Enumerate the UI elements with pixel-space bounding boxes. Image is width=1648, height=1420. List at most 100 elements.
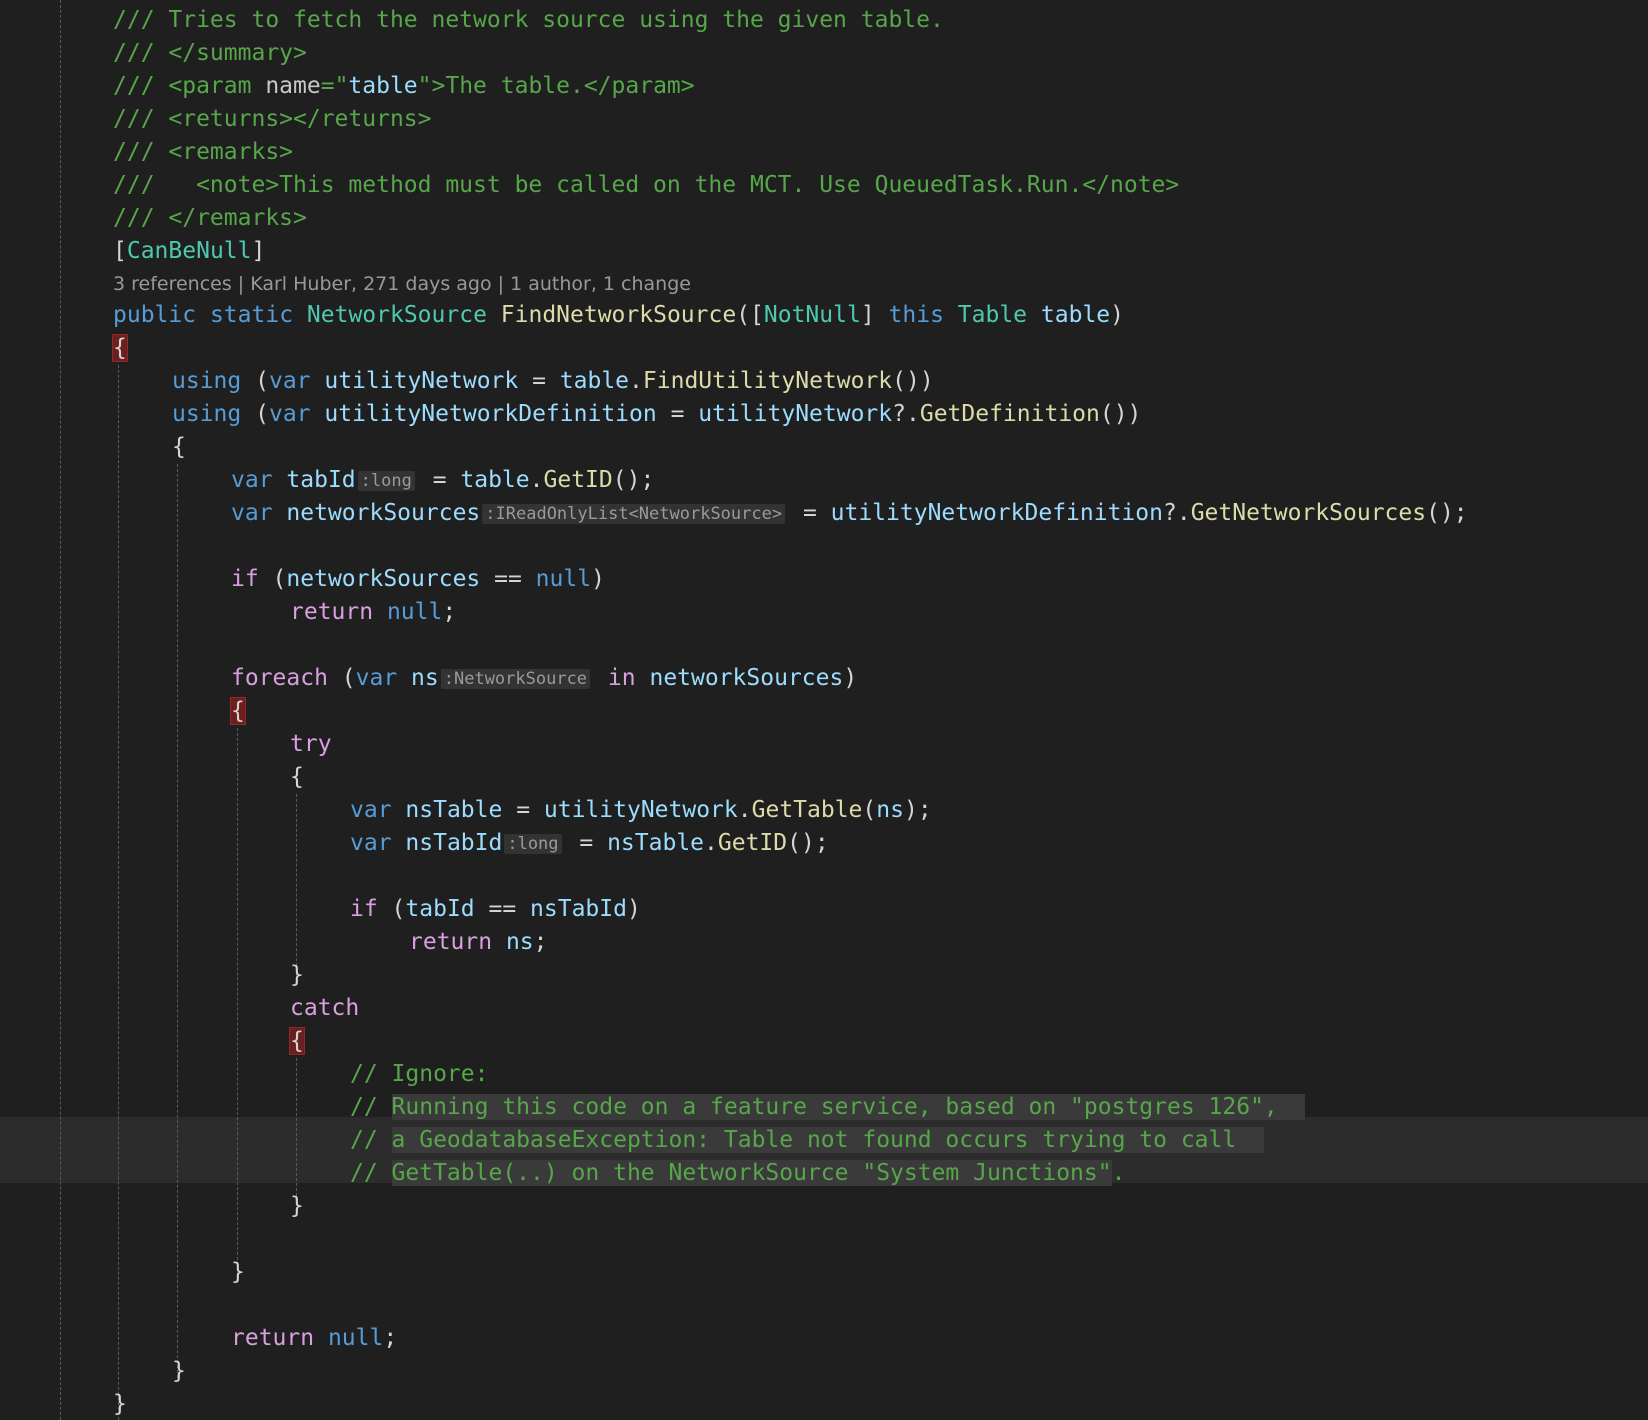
code-line: // a GeodatabaseException: Table not fou…	[350, 1124, 1264, 1157]
code-line: {	[172, 431, 186, 464]
keyword: if	[231, 566, 259, 592]
punctuation: )	[591, 566, 605, 592]
keyword: null	[386, 599, 443, 625]
identifier: utilityNetworkDefinition	[830, 500, 1163, 526]
keyword: var	[350, 797, 392, 823]
identifier: utilityNetwork	[324, 368, 519, 394]
selected-comment-text[interactable]: Running this code on a feature service, …	[391, 1094, 1278, 1120]
identifier: networkSources	[649, 665, 844, 691]
keyword: public	[113, 302, 197, 328]
punctuation: (	[377, 896, 406, 922]
codelens[interactable]: 3 references | Karl Huber, 271 days ago …	[113, 268, 691, 301]
code-line: // Ignore:	[350, 1058, 488, 1091]
code-line: if (tabId == nsTabId)	[350, 893, 641, 926]
code-line: /// <returns></returns>	[113, 103, 432, 136]
identifier: utilityNetwork	[698, 401, 893, 427]
identifier: table	[559, 368, 630, 394]
punctuation: (	[255, 368, 269, 394]
keyword: if	[350, 896, 378, 922]
punctuation: )	[843, 665, 858, 691]
code-line: foreach (var ns:NetworkSource in network…	[231, 662, 857, 695]
selected-comment-text[interactable]: GetTable(..) on the NetworkSource "Syste…	[391, 1160, 1112, 1186]
comment: // Ignore:	[350, 1061, 489, 1087]
code-line: if (networkSources == null)	[231, 563, 605, 596]
method-name: GetID	[717, 830, 788, 856]
indent-guide	[118, 365, 119, 1420]
code-line: using (var utilityNetwork = table.FindUt…	[172, 365, 934, 398]
matched-brace: {	[112, 334, 128, 362]
inlay-type-hint[interactable]: :long	[504, 834, 562, 854]
keyword: var	[231, 500, 273, 526]
code-editor[interactable]: /// Tries to fetch the network source us…	[0, 0, 1648, 1420]
inlay-type-hint[interactable]: :NetworkSource	[440, 669, 591, 689]
punctuation: (	[327, 665, 356, 691]
identifier: ns	[411, 665, 439, 691]
punctuation: .	[529, 467, 544, 493]
code-line: {	[290, 761, 304, 794]
identifier: ns	[505, 929, 534, 955]
method-name: FindNetworkSource	[500, 302, 737, 328]
code-line: // Running this code on a feature servic…	[350, 1091, 1306, 1124]
punctuation: ;	[533, 929, 548, 955]
identifier: utilityNetworkDefinition	[324, 401, 657, 427]
keyword: try	[290, 731, 332, 757]
brace: {	[172, 434, 186, 460]
parameter: table	[1040, 302, 1111, 328]
punctuation: (	[862, 797, 877, 823]
keyword: using	[172, 368, 242, 394]
comment: //	[350, 1127, 392, 1153]
operator: =	[789, 500, 831, 526]
punctuation: .	[704, 830, 718, 856]
code-line: /// </remarks>	[113, 202, 307, 235]
code-line: {	[289, 1025, 305, 1058]
code-line: var networkSources:IReadOnlyList<Network…	[231, 497, 1468, 530]
keyword: var	[355, 665, 398, 691]
code-line: }	[290, 959, 304, 992]
attribute-name: NotNull	[763, 302, 861, 328]
punctuation: ())	[892, 368, 934, 394]
identifier: nsTable	[607, 830, 705, 856]
code-line: var nsTabId:long = nsTable.GetID();	[350, 827, 829, 860]
code-line: return null;	[290, 596, 456, 629]
doc-comment: /// </remarks>	[113, 205, 307, 231]
punctuation: );	[903, 797, 932, 823]
code-line: var nsTable = utilityNetwork.GetTable(ns…	[350, 794, 932, 827]
doc-comment: /// <note>This method must be called on …	[113, 172, 1180, 198]
selected-comment-text[interactable]: a GeodatabaseException: Table not found …	[391, 1127, 1237, 1153]
inlay-type-hint[interactable]: :IReadOnlyList<NetworkSource>	[482, 504, 786, 524]
brace: }	[113, 1391, 127, 1417]
code-line: /// Tries to fetch the network source us…	[113, 4, 944, 37]
comment: //	[350, 1094, 392, 1120]
method-name: GetNetworkSources	[1190, 500, 1427, 526]
keyword: using	[172, 401, 242, 427]
keyword: null	[535, 566, 592, 592]
doc-comment: /// <param	[113, 73, 266, 99]
punctuation: ]	[860, 302, 875, 328]
operator: =	[502, 797, 544, 823]
identifier: tabId	[405, 896, 475, 922]
operator: =	[565, 830, 608, 856]
keyword: return	[409, 929, 493, 955]
code-line: try	[290, 728, 332, 761]
code-line: /// </summary>	[113, 37, 307, 70]
keyword: var	[268, 368, 311, 394]
punctuation: .	[629, 368, 643, 394]
comment: .	[1111, 1160, 1126, 1186]
code-line: catch	[290, 992, 359, 1025]
brace: }	[231, 1259, 245, 1285]
code-line: [CanBeNull]	[113, 235, 265, 268]
matched-brace: {	[289, 1027, 305, 1055]
method-name: GetDefinition	[919, 401, 1100, 427]
punctuation: ;	[442, 599, 457, 625]
indent-guide	[177, 464, 178, 1378]
punctuation: ]	[251, 238, 266, 264]
keyword: return	[231, 1325, 315, 1351]
operator: =	[418, 467, 461, 493]
matched-brace: {	[230, 697, 246, 725]
keyword: in	[607, 665, 636, 691]
indent-guide	[237, 728, 238, 1280]
punctuation: )	[626, 896, 641, 922]
inlay-type-hint[interactable]: :long	[357, 471, 415, 491]
keyword: catch	[290, 995, 360, 1021]
keyword: static	[209, 302, 294, 328]
